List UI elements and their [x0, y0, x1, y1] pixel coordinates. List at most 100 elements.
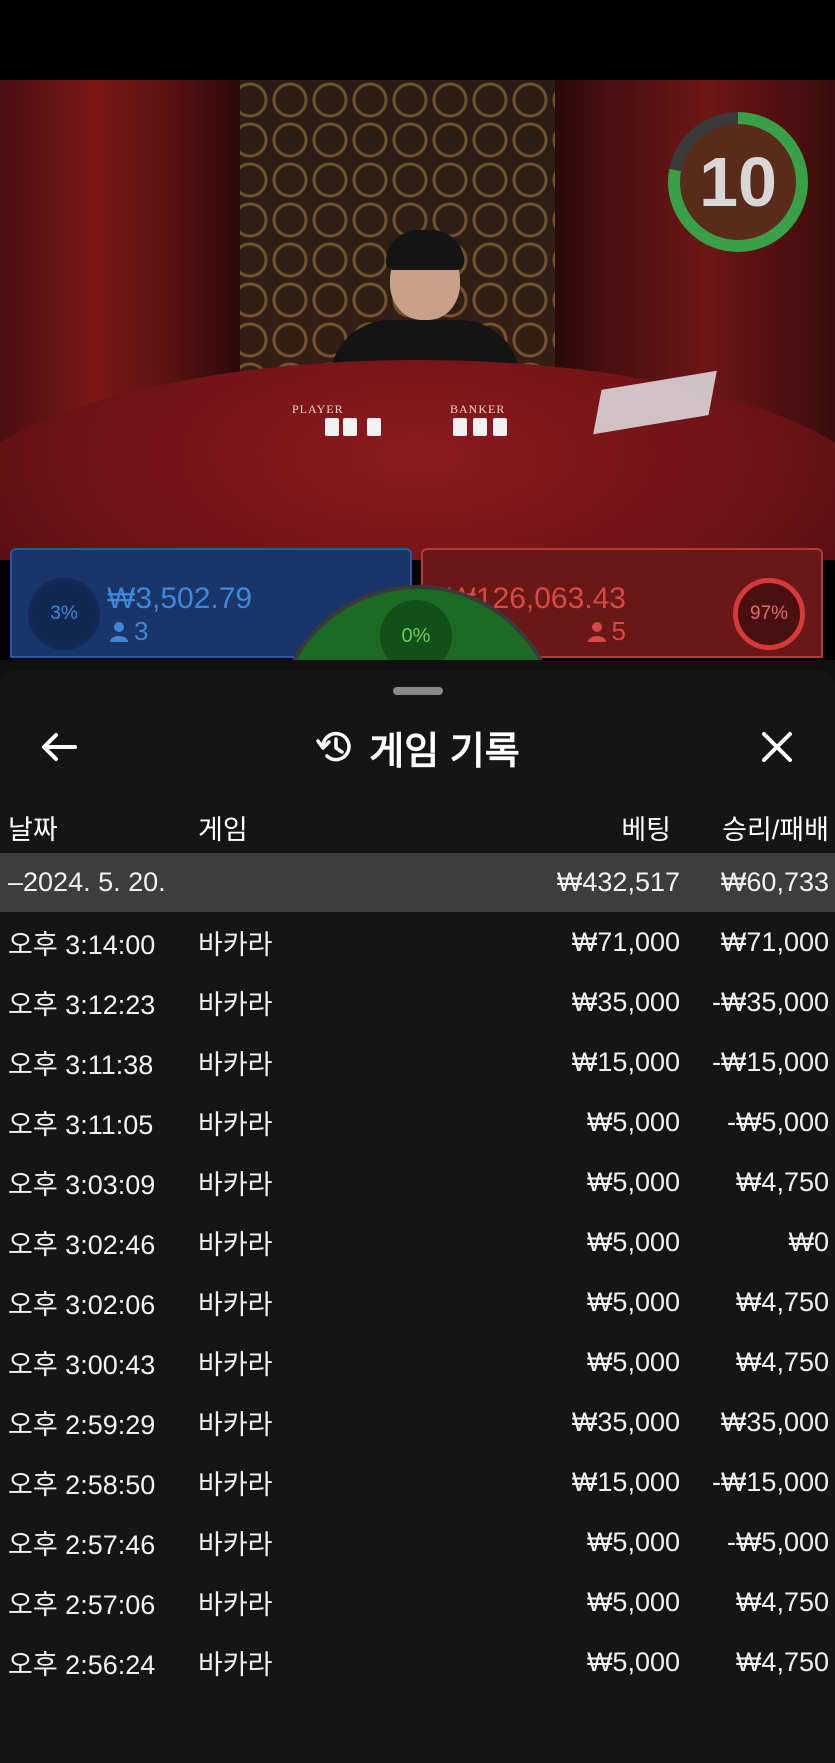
row-time: 오후 3:12:23 [8, 989, 156, 1020]
column-header-bet: 베팅 [621, 815, 671, 845]
row-bet: ₩5,000 [586, 1346, 680, 1377]
row-game: 바카라 [198, 1229, 273, 1260]
history-clock-icon [316, 731, 352, 762]
row-game: 바카라 [198, 1409, 273, 1440]
row-result: ₩4,750 [735, 1586, 829, 1617]
row-time: 오후 2:57:06 [8, 1589, 156, 1620]
sheet-title-text: 게임 기록 [369, 730, 520, 773]
row-result: ₩4,750 [735, 1346, 829, 1377]
row-game: 바카라 [198, 1289, 273, 1320]
row-result: ₩4,750 [735, 1166, 829, 1197]
row-time: 오후 2:59:29 [8, 1409, 156, 1440]
history-row[interactable]: 오후 3:02:46 바카라 ₩5,000 ₩0 [0, 1212, 835, 1272]
playing-card [493, 418, 507, 436]
column-header-date: 날짜 [8, 815, 58, 845]
row-result: -₩15,000 [711, 1046, 829, 1077]
row-time: 오후 3:11:38 [8, 1049, 154, 1080]
row-bet: ₩5,000 [586, 1286, 680, 1317]
row-game: 바카라 [198, 1529, 273, 1560]
row-time: 오후 3:00:43 [8, 1349, 156, 1380]
banker-percent: 97% [733, 578, 805, 650]
row-bet: ₩5,000 [586, 1166, 680, 1197]
close-icon [762, 732, 792, 762]
row-game: 바카라 [198, 1349, 273, 1380]
playing-card [343, 418, 357, 436]
row-bet: ₩71,000 [571, 926, 680, 957]
close-button[interactable] [750, 720, 804, 774]
row-game: 바카라 [198, 1109, 273, 1140]
sheet-drag-handle[interactable] [393, 687, 443, 695]
row-time: 오후 2:57:46 [8, 1529, 156, 1560]
history-row[interactable]: 오후 2:57:06 바카라 ₩5,000 ₩4,750 [0, 1572, 835, 1632]
row-bet: ₩15,000 [571, 1466, 680, 1497]
status-bar [0, 0, 835, 80]
row-result: ₩4,750 [735, 1286, 829, 1317]
game-history-sheet: 게임 기록 날짜 게임 베팅 승리/패배 –2024. 5. 20. ₩432,… [0, 670, 835, 1763]
playing-card [473, 418, 487, 436]
row-bet: ₩5,000 [586, 1586, 680, 1617]
history-row[interactable]: 오후 3:02:06 바카라 ₩5,000 ₩4,750 [0, 1272, 835, 1332]
history-row[interactable]: 오후 3:14:00 바카라 ₩71,000 ₩71,000 [0, 912, 835, 972]
history-row[interactable]: 오후 3:00:43 바카라 ₩5,000 ₩4,750 [0, 1332, 835, 1392]
history-row[interactable]: 오후 3:12:23 바카라 ₩35,000 -₩35,000 [0, 972, 835, 1032]
date-group-result-total: ₩60,733 [720, 867, 829, 897]
row-time: 오후 2:58:50 [8, 1469, 156, 1500]
column-header-game: 게임 [198, 815, 248, 845]
history-row[interactable]: 오후 2:59:29 바카라 ₩35,000 ₩35,000 [0, 1392, 835, 1452]
row-time: 오후 3:02:46 [8, 1229, 156, 1260]
row-time: 오후 3:03:09 [8, 1169, 156, 1200]
playing-card [325, 418, 339, 436]
row-result: -₩35,000 [711, 986, 829, 1017]
row-bet: ₩35,000 [571, 986, 680, 1017]
history-row[interactable]: 오후 2:57:46 바카라 ₩5,000 -₩5,000 [0, 1512, 835, 1572]
row-result: -₩5,000 [726, 1526, 829, 1557]
row-bet: ₩5,000 [586, 1106, 680, 1137]
banker-bet-count: 5 [587, 616, 626, 647]
history-row[interactable]: 오후 2:58:50 바카라 ₩15,000 -₩15,000 [0, 1452, 835, 1512]
felt-label-banker: BANKER [450, 402, 506, 416]
column-header-result: 승리/패배 [722, 815, 829, 845]
history-row[interactable]: 오후 3:11:38 바카라 ₩15,000 -₩15,000 [0, 1032, 835, 1092]
arrow-left-icon [42, 733, 77, 761]
user-icon [110, 621, 128, 642]
player-bet-amount: ₩3,502.79 [107, 582, 253, 615]
player-count-value: 3 [134, 616, 149, 646]
banker-count-value: 5 [611, 616, 626, 646]
row-game: 바카라 [198, 1589, 273, 1620]
felt-label-player: PLAYER [292, 402, 344, 416]
row-bet: ₩5,000 [586, 1526, 680, 1557]
row-game: 바카라 [198, 1469, 273, 1500]
sheet-title: 게임 기록 [0, 720, 835, 774]
back-button[interactable] [32, 720, 86, 774]
row-result: ₩4,750 [735, 1646, 829, 1677]
countdown-timer: 10 [668, 112, 808, 252]
playing-card [367, 418, 381, 436]
row-time: 오후 3:14:00 [8, 929, 156, 960]
player-bet-count: 3 [110, 616, 148, 647]
row-bet: ₩5,000 [586, 1226, 680, 1257]
row-game: 바카라 [198, 989, 273, 1020]
countdown-value: 10 [699, 143, 777, 221]
history-row[interactable]: 오후 2:56:24 바카라 ₩5,000 ₩4,750 [0, 1632, 835, 1692]
row-time: 오후 3:11:05 [8, 1109, 154, 1140]
user-icon [587, 621, 606, 642]
list-scroll-fade [0, 1680, 835, 1763]
row-time: 오후 3:02:06 [8, 1289, 156, 1320]
row-bet: ₩15,000 [571, 1046, 680, 1077]
row-result: ₩71,000 [720, 926, 829, 957]
row-bet: ₩35,000 [571, 1406, 680, 1437]
row-result: ₩35,000 [720, 1406, 829, 1437]
row-result: -₩5,000 [726, 1106, 829, 1137]
history-row[interactable]: 오후 3:11:05 바카라 ₩5,000 -₩5,000 [0, 1092, 835, 1152]
row-game: 바카라 [198, 1649, 273, 1680]
row-result: -₩15,000 [711, 1466, 829, 1497]
history-row[interactable]: 오후 3:03:09 바카라 ₩5,000 ₩4,750 [0, 1152, 835, 1212]
player-percent: 3% [28, 578, 100, 650]
date-group-row[interactable]: –2024. 5. 20. ₩432,517 ₩60,733 [0, 853, 835, 912]
date-group-label: –2024. 5. 20. [8, 867, 166, 897]
row-game: 바카라 [198, 1049, 273, 1080]
row-time: 오후 2:56:24 [8, 1649, 156, 1680]
row-bet: ₩5,000 [586, 1646, 680, 1677]
row-game: 바카라 [198, 1169, 273, 1200]
row-result: ₩0 [788, 1226, 830, 1257]
